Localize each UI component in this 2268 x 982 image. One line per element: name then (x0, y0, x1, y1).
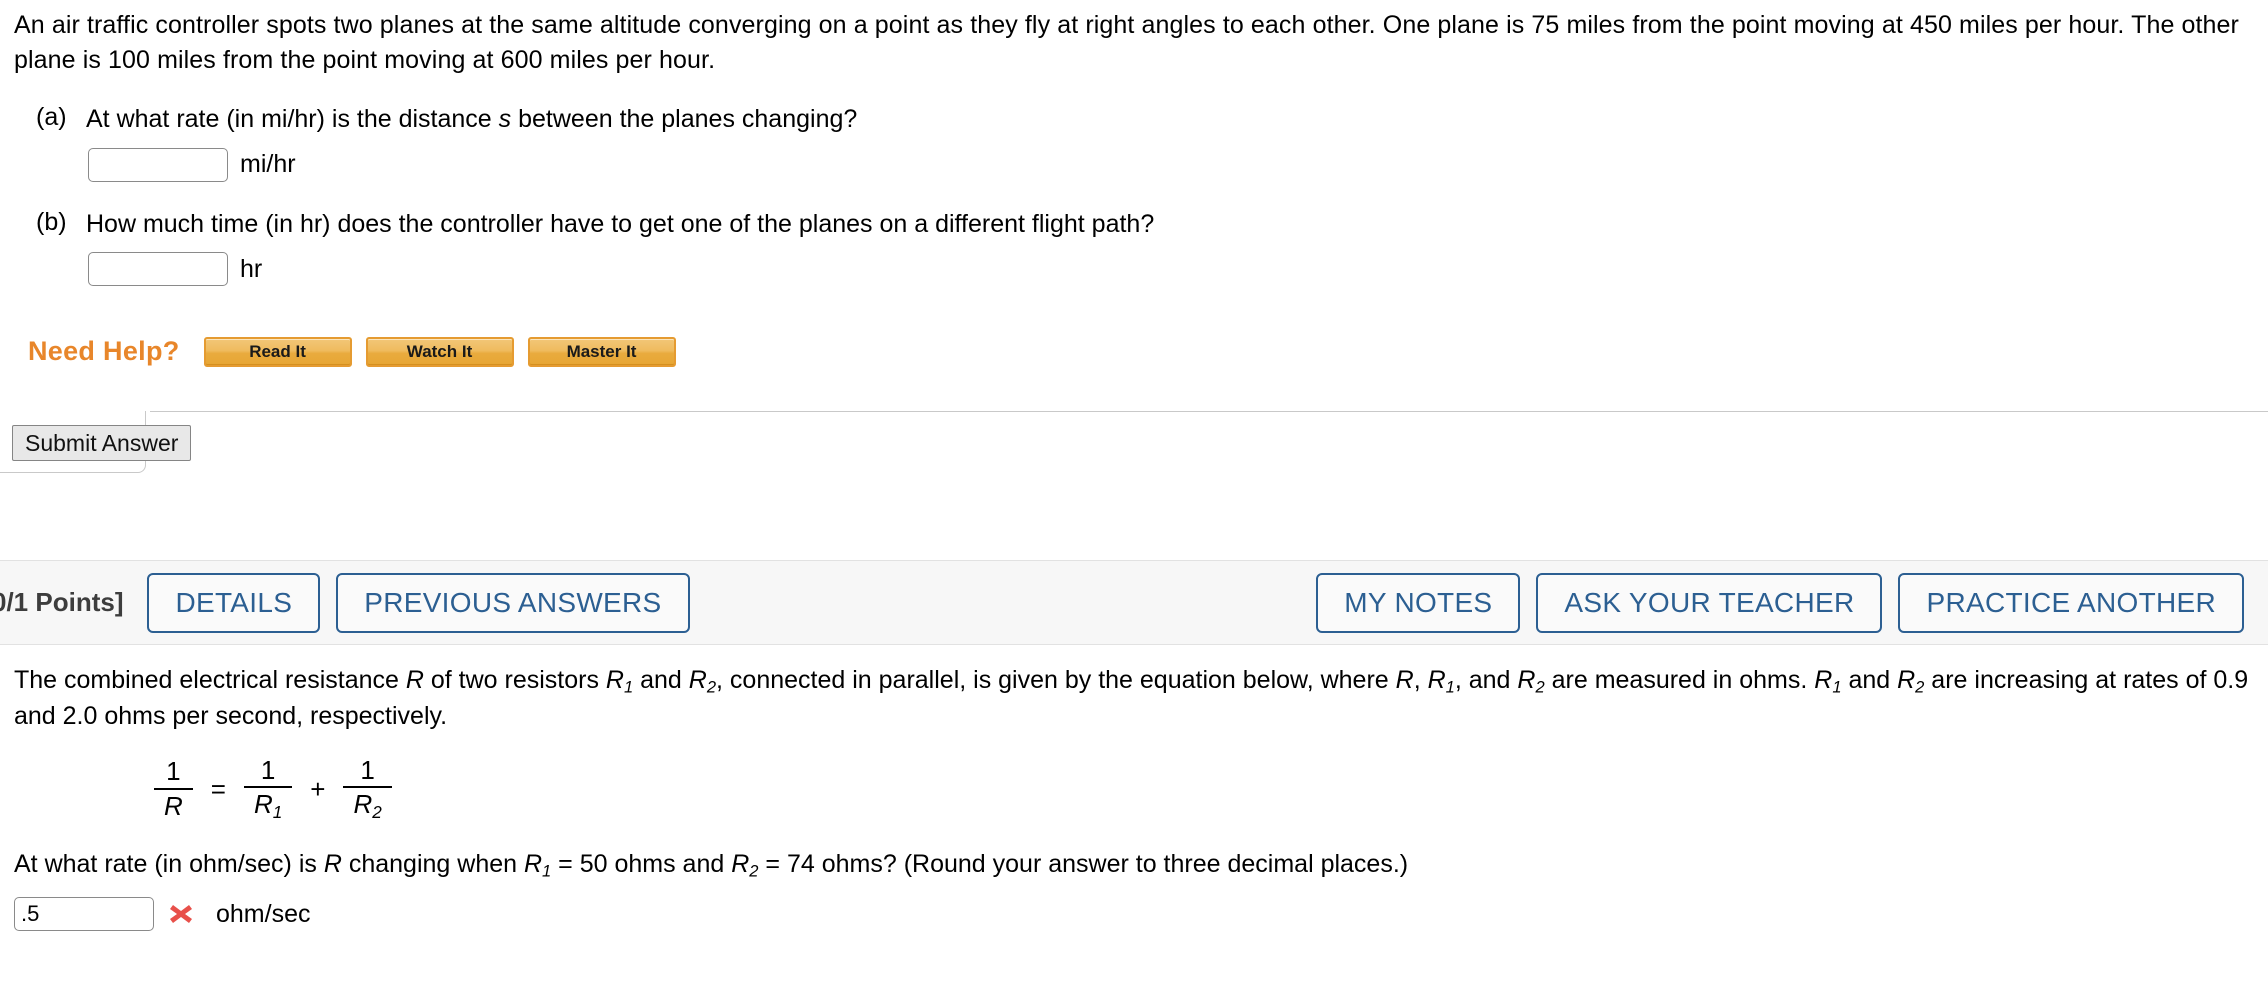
part-a-unit-label: mi/hr (240, 150, 296, 178)
p2-var-R1-2: R (1427, 666, 1446, 694)
resistance-equation: 1 R = 1 R1 + 1 R2 (0, 756, 2268, 822)
problem-1-part-b: (b) How much time (in hr) does the contr… (0, 207, 2268, 286)
part-b-unit-label: hr (240, 254, 263, 283)
p2q-text-1: At what rate (in ohm/sec) is (14, 850, 324, 879)
problem-2-stem: The combined electrical resistance R of … (0, 645, 2268, 734)
p2-sub-2-c: 2 (1915, 678, 1925, 697)
problem-2-container: The combined electrical resistance R of … (0, 645, 2268, 932)
plus-sign: + (310, 773, 326, 804)
p2q-text-3: = 50 ohms and (551, 850, 732, 879)
part-a-label: (a) (36, 103, 67, 131)
problem-1-part-a: (a) At what rate (in mi/hr) is the dista… (0, 103, 2268, 182)
p2-text-1: The combined electrical resistance (14, 666, 406, 694)
p2q-text-2: changing when (341, 850, 524, 879)
problem-2-question: At what rate (in ohm/sec) is R changing … (0, 848, 2268, 883)
part-a-answer-row: mi/hr (86, 147, 2268, 182)
problem-2-answer-row: ohm/sec (0, 897, 2268, 932)
p2-var-R1-3: R (1814, 666, 1833, 694)
question-nav-left-group: 0/1 Points] DETAILS PREVIOUS ANSWERS (0, 572, 706, 633)
frac1-numerator: 1 (166, 756, 181, 787)
p2-var-R2-2: R (1517, 666, 1536, 694)
problem-2-answer-input[interactable] (14, 897, 154, 932)
points-label: 0/1 Points] (0, 587, 124, 617)
p2-var-R-1: R (405, 666, 424, 694)
p2q-var-R1: R (523, 850, 543, 879)
need-help-title: Need Help? (28, 336, 180, 366)
p2-var-R2-3: R (1897, 666, 1916, 694)
part-b-answer-row: hr (86, 252, 2268, 286)
submit-zone: Submit Answer (0, 411, 2268, 475)
p2q-text-4: = 74 ohms? (Round your answer to three d… (758, 850, 1409, 879)
question-nav-right-group: MY NOTES ASK YOUR TEACHER PRACTICE ANOTH… (1316, 572, 2260, 633)
frac2-numerator: 1 (260, 754, 276, 785)
part-b-question: How much time (in hr) does the controlle… (86, 209, 1155, 238)
details-button[interactable]: DETAILS (147, 572, 321, 633)
part-a-variable-s: s (498, 105, 512, 133)
need-help-row: Need Help? Read It Watch It Master It (0, 336, 2268, 367)
p2q-sub-1: 1 (542, 862, 552, 881)
part-a-question: At what rate (in mi/hr) is the distance … (86, 103, 2268, 136)
p2q-var-R2: R (731, 850, 750, 879)
equals-sign: = (210, 773, 226, 804)
master-it-button[interactable]: Master It (527, 336, 676, 367)
p2-var-R2-1: R (688, 666, 707, 694)
problem-2-unit-label: ohm/sec (216, 899, 311, 928)
problem-1-container: An air traffic controller spots two plan… (0, 0, 2268, 475)
p2-text-5: , (1413, 666, 1428, 694)
frac2-den-sub: 1 (272, 802, 283, 823)
part-a-question-text-2: between the planes changing? (511, 105, 858, 133)
part-b-answer-input[interactable] (88, 252, 228, 286)
p2-text-3: and (633, 666, 689, 694)
fraction-1-over-R1: 1 R1 (243, 754, 293, 823)
part-a-answer-input[interactable] (88, 147, 228, 182)
frac3-den-sub: 2 (372, 802, 382, 823)
incorrect-x-icon (166, 899, 196, 929)
p2-text-4: , connected in parallel, is given by the… (716, 666, 1396, 694)
p2q-var-R: R (323, 850, 342, 879)
frac2-den-R: R (253, 789, 273, 820)
frac3-denominator: R2 (343, 786, 392, 823)
frac2-denominator: R1 (243, 786, 293, 823)
fraction-1-over-R: 1 R (154, 757, 193, 820)
p2-sub-2-b: 2 (1535, 678, 1545, 697)
part-a-question-text-1: At what rate (in mi/hr) is the distance (86, 105, 499, 133)
part-b-label: (b) (36, 207, 67, 236)
frac3-numerator: 1 (360, 754, 375, 785)
p2-sub-1-c: 1 (1832, 678, 1842, 697)
frac3-den-R: R (353, 789, 373, 820)
problem-1-stem: An air traffic controller spots two plan… (14, 11, 2239, 74)
p2-text-6: , and (1454, 666, 1518, 694)
read-it-button[interactable]: Read It (203, 336, 352, 367)
p2-text-7: are measured in ohms. (1544, 666, 1815, 694)
fraction-1-over-R2: 1 R2 (343, 754, 392, 823)
p2-sub-1-b: 1 (1445, 678, 1455, 697)
my-notes-button[interactable]: MY NOTES (1316, 572, 1521, 633)
submit-horizontal-rule (150, 411, 2268, 412)
question-nav-bar: 0/1 Points] DETAILS PREVIOUS ANSWERS MY … (0, 560, 2268, 645)
previous-answers-button[interactable]: PREVIOUS ANSWERS (336, 572, 690, 633)
watch-it-button[interactable]: Watch It (365, 336, 514, 367)
p2-sub-1-a: 1 (623, 678, 634, 697)
p2-var-R1-1: R (605, 666, 624, 694)
p2-var-R-2: R (1395, 666, 1414, 694)
ask-your-teacher-button[interactable]: ASK YOUR TEACHER (1536, 572, 1883, 633)
p2-sub-2-a: 2 (706, 678, 717, 697)
p2-text-8: and (1841, 666, 1898, 694)
practice-another-button[interactable]: PRACTICE ANOTHER (1898, 572, 2244, 633)
p2-text-2: of two resistors (423, 666, 606, 694)
frac1-denominator: R (154, 788, 193, 821)
submit-answer-button[interactable]: Submit Answer (12, 425, 192, 461)
